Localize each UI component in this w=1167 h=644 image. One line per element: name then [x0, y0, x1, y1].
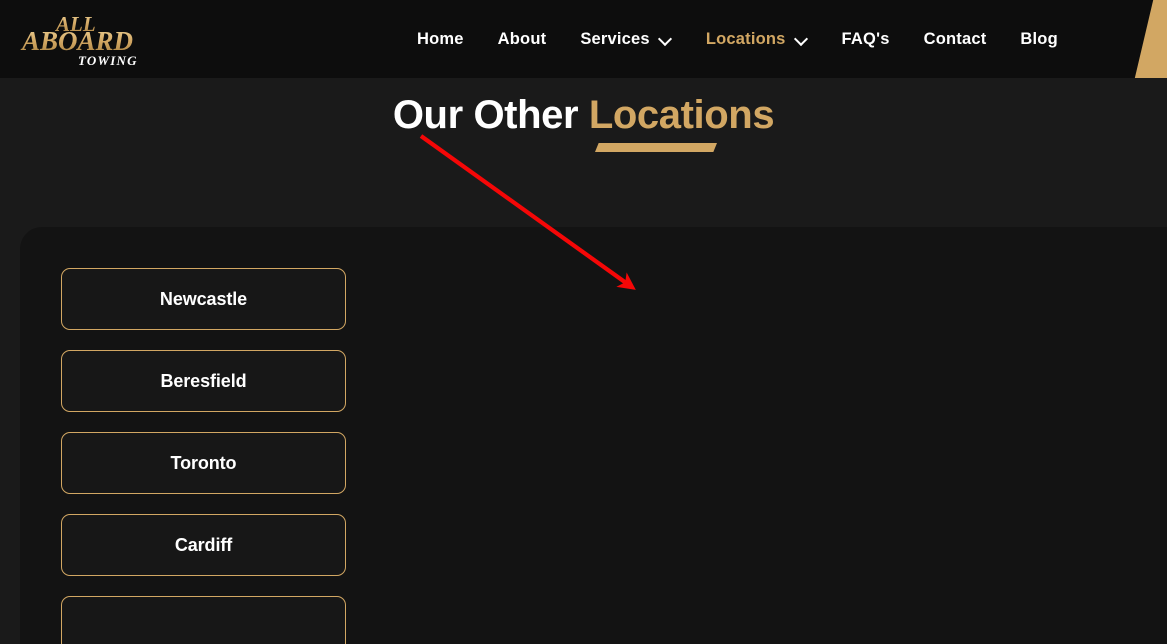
logo-icon: ALL ABOARD TOWING: [20, 12, 138, 68]
location-label: Cardiff: [174, 534, 233, 555]
location-label: Newcastle: [159, 288, 248, 309]
logo-text-towing: TOWING: [78, 53, 138, 68]
nav-label: About: [497, 29, 547, 48]
locations-panel: Newcastle Beresfield Toronto Cardiff: [20, 227, 1167, 644]
nav-item-about[interactable]: About: [481, 0, 564, 78]
location-label: Toronto: [170, 452, 237, 473]
logo-text-aboard: ABOARD: [20, 26, 133, 56]
header-accent-shape: [1134, 0, 1167, 78]
nav-label: Contact: [923, 29, 987, 48]
chevron-down-icon[interactable]: [795, 33, 808, 46]
page-title-accent: Locations: [588, 93, 775, 137]
location-button-newcastle[interactable]: Newcastle: [61, 268, 346, 330]
page-title: Our Other Locations: [0, 92, 1167, 138]
nav-item-faqs[interactable]: FAQ's: [825, 0, 907, 78]
location-button-cardiff[interactable]: Cardiff: [61, 514, 346, 576]
nav-item-contact[interactable]: Contact: [907, 0, 1004, 78]
site-header: ALL ABOARD TOWING Home About Services Lo…: [0, 0, 1167, 78]
location-label: Beresfield: [160, 370, 247, 391]
nav-label: FAQ's: [841, 29, 890, 48]
nav-label: Home: [417, 29, 464, 48]
nav-item-home[interactable]: Home: [400, 0, 481, 78]
nav-label: Services: [580, 29, 650, 48]
location-button-partial[interactable]: [61, 596, 346, 644]
primary-nav: Home About Services Locations FAQ's Cont…: [400, 0, 1075, 78]
location-button-beresfield[interactable]: Beresfield: [61, 350, 346, 412]
location-button-toronto[interactable]: Toronto: [61, 432, 346, 494]
locations-list: Newcastle Beresfield Toronto Cardiff: [61, 268, 347, 644]
chevron-down-icon[interactable]: [659, 33, 672, 46]
nav-item-services[interactable]: Services: [563, 0, 689, 78]
nav-item-blog[interactable]: Blog: [1003, 0, 1074, 78]
nav-item-locations[interactable]: Locations: [689, 0, 825, 78]
title-underline: [595, 143, 717, 152]
nav-label: Blog: [1020, 29, 1058, 48]
page-root: ALL ABOARD TOWING Home About Services Lo…: [0, 0, 1167, 644]
page-title-white: Our Other: [392, 93, 589, 137]
nav-label: Locations: [705, 29, 786, 48]
site-logo[interactable]: ALL ABOARD TOWING: [20, 6, 160, 68]
